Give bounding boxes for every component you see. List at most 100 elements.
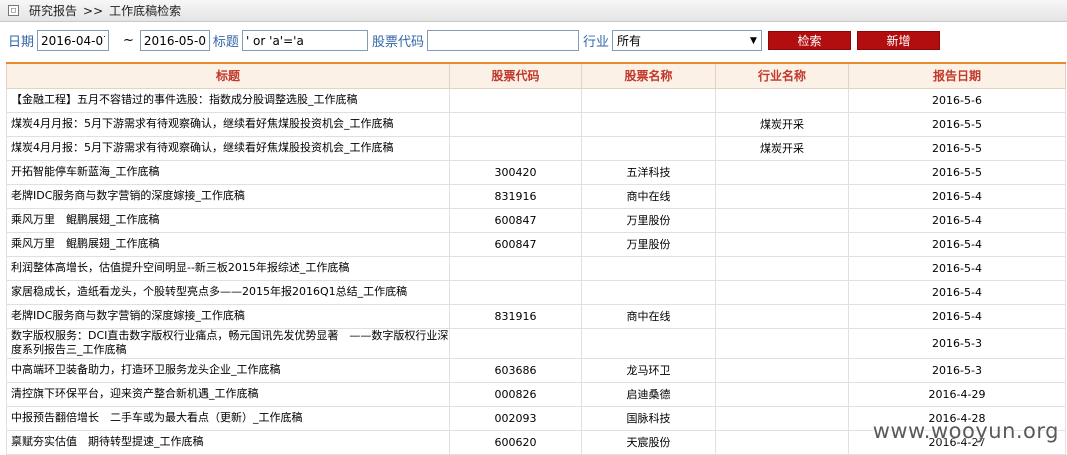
row-industry bbox=[715, 279, 849, 305]
row-stock-code bbox=[449, 255, 582, 281]
row-stock-name bbox=[581, 135, 716, 161]
row-industry bbox=[715, 87, 849, 113]
industry-select[interactable]: 所有 ▼ bbox=[611, 30, 762, 51]
row-stock-name: 国脉科技 bbox=[581, 405, 716, 431]
row-stock-code: 831916 bbox=[449, 303, 582, 329]
row-title[interactable]: 开拓智能停车新蓝海_工作底稿 bbox=[6, 159, 450, 185]
table-row[interactable]: 老牌IDC服务商与数字营销的深度嫁接_工作底稿 831916 商中在线 2016… bbox=[6, 183, 1066, 209]
row-title[interactable]: 利润整体高增长，估值提升空间明显--新三板2015年报综述_工作底稿 bbox=[6, 255, 450, 281]
row-stock-code bbox=[449, 111, 582, 137]
column-header-stock-name[interactable]: 股票名称 bbox=[581, 62, 716, 89]
date-label: 日期 bbox=[8, 35, 35, 50]
breadcrumb-root[interactable]: 研究报告 bbox=[29, 2, 77, 19]
row-report-date: 2016-5-4 bbox=[848, 255, 1066, 281]
row-stock-code: 600847 bbox=[449, 231, 582, 257]
row-report-date: 2016-5-6 bbox=[848, 87, 1066, 113]
industry-label: 行业 bbox=[582, 35, 609, 50]
table-row[interactable]: 开拓智能停车新蓝海_工作底稿 300420 五洋科技 2016-5-5 bbox=[6, 159, 1066, 185]
column-header-stock-code[interactable]: 股票代码 bbox=[449, 62, 582, 89]
row-report-date: 2016-5-3 bbox=[848, 357, 1066, 383]
row-industry bbox=[715, 183, 849, 209]
row-stock-code: 600620 bbox=[449, 429, 582, 455]
row-stock-name: 天宸股份 bbox=[581, 429, 716, 455]
table-row[interactable]: 清控旗下环保平台，迎来资产整合新机遇_工作底稿 000826 启迪桑德 2016… bbox=[6, 381, 1066, 407]
row-title[interactable]: 清控旗下环保平台，迎来资产整合新机遇_工作底稿 bbox=[6, 381, 450, 407]
title-label: 标题 bbox=[212, 35, 239, 50]
industry-select-value: 所有 bbox=[616, 34, 641, 48]
row-report-date: 2016-5-4 bbox=[848, 183, 1066, 209]
row-title[interactable]: 煤炭4月月报：5月下游需求有待观察确认，继续看好焦煤股投资机会_工作底稿 bbox=[6, 135, 450, 161]
row-stock-name: 商中在线 bbox=[581, 303, 716, 329]
title-input[interactable] bbox=[241, 30, 368, 51]
row-report-date: 2016-5-4 bbox=[848, 303, 1066, 329]
table-row[interactable]: 家居稳成长，造纸看龙头，个股转型亮点多——2015年报2016Q1总结_工作底稿… bbox=[6, 279, 1066, 305]
row-title[interactable]: 乘风万里 鲲鹏展翅_工作底稿 bbox=[6, 207, 450, 233]
row-title[interactable]: 煤炭4月月报：5月下游需求有待观察确认，继续看好焦煤股投资机会_工作底稿 bbox=[6, 111, 450, 137]
row-report-date: 2016-5-3 bbox=[848, 327, 1066, 359]
date-to-input[interactable] bbox=[139, 30, 210, 51]
row-title[interactable]: 数字版权服务：DCI直击数字版权行业痛点，畅元国讯先发优势显著 ——数字版权行业… bbox=[6, 327, 450, 359]
row-title[interactable]: 老牌IDC服务商与数字营销的深度嫁接_工作底稿 bbox=[6, 183, 450, 209]
row-report-date: 2016-5-4 bbox=[848, 279, 1066, 305]
table-row[interactable]: 老牌IDC服务商与数字营销的深度嫁接_工作底稿 831916 商中在线 2016… bbox=[6, 303, 1066, 329]
row-industry bbox=[715, 381, 849, 407]
row-stock-name: 商中在线 bbox=[581, 183, 716, 209]
table-row[interactable]: 利润整体高增长，估值提升空间明显--新三板2015年报综述_工作底稿 2016-… bbox=[6, 255, 1066, 281]
date-from-input[interactable] bbox=[37, 30, 110, 51]
row-industry bbox=[715, 357, 849, 383]
row-industry bbox=[715, 159, 849, 185]
stock-code-label: 股票代码 bbox=[371, 35, 424, 50]
row-title[interactable]: 中报预告翻倍增长 二手车或为最大看点（更新）_工作底稿 bbox=[6, 405, 450, 431]
table-row[interactable]: 【金融工程】五月不容错过的事件选股：指数成分股调整选股_工作底稿 2016-5-… bbox=[6, 87, 1066, 113]
row-stock-name bbox=[581, 279, 716, 305]
table-row[interactable]: 数字版权服务：DCI直击数字版权行业痛点，畅元国讯先发优势显著 ——数字版权行业… bbox=[6, 327, 1066, 359]
chevron-down-icon[interactable]: ▼ bbox=[750, 36, 757, 46]
row-report-date: 2016-5-4 bbox=[848, 207, 1066, 233]
row-title[interactable]: 禀赋夯实估值 期待转型提速_工作底稿 bbox=[6, 429, 450, 455]
window-icon: ◻ bbox=[8, 5, 19, 16]
add-button[interactable]: 新增 bbox=[856, 31, 940, 50]
watermark: www.wooyun.org bbox=[872, 419, 1059, 443]
row-stock-code: 002093 bbox=[449, 405, 582, 431]
row-stock-code bbox=[449, 279, 582, 305]
row-report-date: 2016-5-5 bbox=[848, 135, 1066, 161]
row-title[interactable]: 【金融工程】五月不容错过的事件选股：指数成分股调整选股_工作底稿 bbox=[6, 87, 450, 113]
search-form: 日期 ~ 标题 股票代码 行业 所有 ▼ 检索 新增 bbox=[0, 22, 1067, 59]
row-title[interactable]: 中高端环卫装备助力，打造环卫服务龙头企业_工作底稿 bbox=[6, 357, 450, 383]
table-header-row: 标题 股票代码 股票名称 行业名称 报告日期 bbox=[6, 62, 1066, 89]
table-row[interactable]: 煤炭4月月报：5月下游需求有待观察确认，继续看好焦煤股投资机会_工作底稿 煤炭开… bbox=[6, 135, 1066, 161]
table-row[interactable]: 乘风万里 鲲鹏展翅_工作底稿 600847 万里股份 2016-5-4 bbox=[6, 207, 1066, 233]
column-header-title[interactable]: 标题 bbox=[6, 62, 450, 89]
row-industry bbox=[715, 303, 849, 329]
breadcrumb-current: 工作底稿检索 bbox=[109, 4, 182, 18]
stock-code-input[interactable] bbox=[426, 30, 579, 51]
row-industry bbox=[715, 207, 849, 233]
row-industry bbox=[715, 429, 849, 455]
breadcrumb-separator: >> bbox=[83, 3, 104, 18]
row-stock-name bbox=[581, 255, 716, 281]
row-stock-code: 000826 bbox=[449, 381, 582, 407]
date-range-separator: ~ bbox=[123, 33, 134, 48]
table-row[interactable]: 煤炭4月月报：5月下游需求有待观察确认，继续看好焦煤股投资机会_工作底稿 煤炭开… bbox=[6, 111, 1066, 137]
row-title[interactable]: 老牌IDC服务商与数字营销的深度嫁接_工作底稿 bbox=[6, 303, 450, 329]
row-stock-code: 600847 bbox=[449, 207, 582, 233]
row-stock-name: 万里股份 bbox=[581, 231, 716, 257]
row-stock-code bbox=[449, 327, 582, 359]
row-stock-name: 启迪桑德 bbox=[581, 381, 716, 407]
search-button[interactable]: 检索 bbox=[767, 31, 851, 50]
row-report-date: 2016-5-4 bbox=[848, 231, 1066, 257]
row-industry bbox=[715, 405, 849, 431]
row-stock-name bbox=[581, 111, 716, 137]
breadcrumb-bar: ◻ 研究报告 >> 工作底稿检索 bbox=[0, 0, 1067, 22]
column-header-report-date[interactable]: 报告日期 bbox=[848, 62, 1066, 89]
row-stock-code bbox=[449, 135, 582, 161]
row-title[interactable]: 乘风万里 鲲鹏展翅_工作底稿 bbox=[6, 231, 450, 257]
row-stock-code: 831916 bbox=[449, 183, 582, 209]
row-title[interactable]: 家居稳成长，造纸看龙头，个股转型亮点多——2015年报2016Q1总结_工作底稿 bbox=[6, 279, 450, 305]
table-row[interactable]: 乘风万里 鲲鹏展翅_工作底稿 600847 万里股份 2016-5-4 bbox=[6, 231, 1066, 257]
results-table: 标题 股票代码 股票名称 行业名称 报告日期 【金融工程】五月不容错过的事件选股… bbox=[6, 62, 1066, 455]
table-row[interactable]: 中高端环卫装备助力，打造环卫服务龙头企业_工作底稿 603686 龙马环卫 20… bbox=[6, 357, 1066, 383]
row-stock-code: 603686 bbox=[449, 357, 582, 383]
column-header-industry[interactable]: 行业名称 bbox=[715, 62, 849, 89]
row-stock-name: 龙马环卫 bbox=[581, 357, 716, 383]
